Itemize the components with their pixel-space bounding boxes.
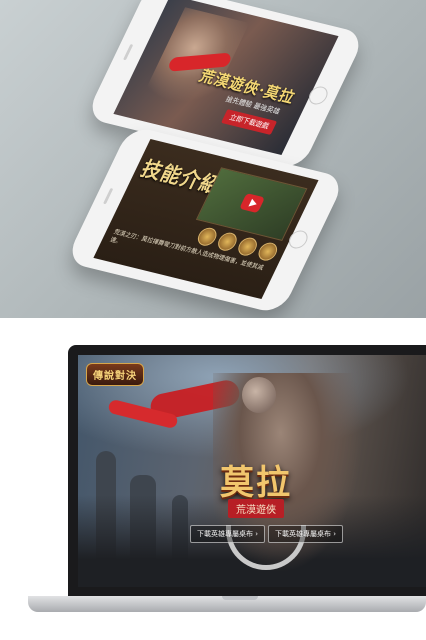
skill-icon[interactable] (235, 235, 261, 258)
skill-icon[interactable] (214, 230, 240, 253)
hero-helmet (242, 377, 276, 413)
download-wallpaper-button[interactable]: 下載英雄專屬桌布 › (190, 525, 266, 543)
hero-name-title: 莫拉 (220, 463, 292, 503)
play-icon[interactable] (239, 193, 266, 214)
laptop-mockup: 傳說對決 莫拉 荒漠遊俠 下載英雄專屬桌布 › 下載英雄專屬桌布 › (68, 345, 426, 597)
hero-subtitle-badge: 荒漠遊俠 (228, 499, 284, 518)
download-wallpaper-button[interactable]: 下載英雄專屬桌布 › (268, 525, 344, 543)
phone-speaker (123, 44, 134, 61)
phones-mockup-section: 荒漠遊俠·莫拉 搶先體驗 最強英雄 立即下載遊戲 技能介紹 荒漠之刃：莫拉揮舞彎… (0, 0, 426, 318)
skill-icon[interactable] (194, 225, 220, 248)
laptop-notch (222, 596, 258, 600)
phone-screen-skills: 技能介紹 荒漠之刃：莫拉揮舞彎刀對前方敵人造成物理傷害，並使其減速。 (93, 139, 319, 300)
game-logo[interactable]: 傳說對決 (86, 363, 144, 386)
phone-speaker (103, 188, 114, 205)
skill-icon[interactable] (255, 240, 281, 263)
laptop-screen: 傳說對決 莫拉 荒漠遊俠 下載英雄專屬桌布 › 下載英雄專屬桌布 › (78, 355, 426, 587)
